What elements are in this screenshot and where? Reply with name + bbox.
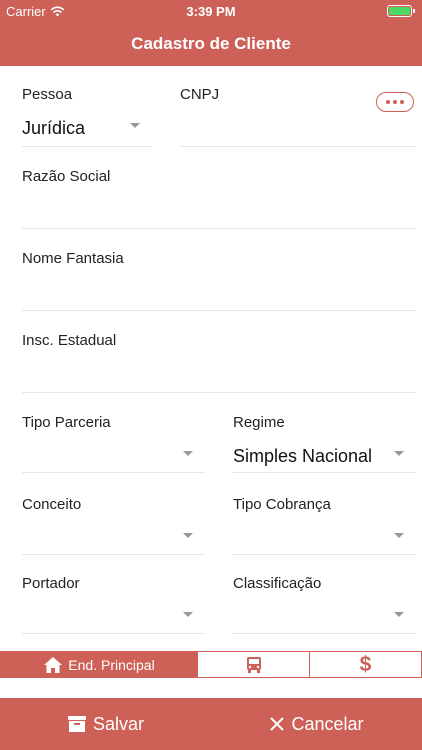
cancel-button[interactable]: Cancelar <box>211 698 422 750</box>
portador-label: Portador <box>22 575 80 592</box>
close-icon <box>270 717 285 731</box>
chevron-down-icon <box>394 612 404 617</box>
nome-fantasia-field[interactable]: Nome Fantasia <box>22 250 416 312</box>
save-button[interactable]: Salvar <box>0 698 211 750</box>
regime-underline <box>233 472 416 473</box>
chevron-down-icon <box>394 451 404 456</box>
pessoa-value: Jurídica <box>22 118 86 138</box>
razao-social-label: Razão Social <box>22 168 111 185</box>
dollar-icon: $ <box>359 652 372 676</box>
chevron-down-icon <box>183 451 193 456</box>
save-label: Salvar <box>92 713 145 734</box>
archive-icon <box>67 716 86 732</box>
chevron-down-icon <box>394 533 404 538</box>
classificacao-underline <box>233 633 416 634</box>
tipo-parceria-select[interactable]: Tipo Parceria <box>22 414 205 474</box>
page-title: Cadastro de Cliente <box>131 34 291 53</box>
nome-fantasia-underline <box>22 310 416 311</box>
status-bar: Carrier 3:39 PM <box>0 0 422 22</box>
tipo-cobranca-select[interactable]: Tipo Cobrança <box>233 496 416 556</box>
conceito-label: Conceito <box>22 496 82 513</box>
pessoa-label: Pessoa <box>22 86 73 103</box>
navigation-bar: Cadastro de Cliente <box>0 22 422 66</box>
tab-end-principal[interactable]: End. Principal <box>1 652 198 677</box>
tab-transporte[interactable] <box>198 652 310 677</box>
classificacao-label: Classificação <box>233 575 322 592</box>
cnpj-underline <box>180 146 416 147</box>
home-icon <box>44 656 63 673</box>
conceito-underline <box>22 554 205 555</box>
customer-form: Pessoa Jurídica CNPJ Razão Social Nome F… <box>0 66 422 698</box>
section-tabs: End. Principal $ <box>0 651 422 678</box>
portador-select[interactable]: Portador <box>22 575 205 635</box>
classificacao-select[interactable]: Classificação <box>233 575 416 635</box>
insc-estadual-label: Insc. Estadual <box>22 332 117 349</box>
conceito-select[interactable]: Conceito <box>22 496 205 556</box>
chevron-down-icon <box>183 533 193 538</box>
more-dots-icon <box>386 100 390 104</box>
pessoa-underline <box>22 146 152 147</box>
insc-estadual-field[interactable]: Insc. Estadual <box>22 332 416 394</box>
razao-social-field[interactable]: Razão Social <box>22 168 416 230</box>
footer-actions: Salvar Cancelar <box>0 698 422 750</box>
nome-fantasia-label: Nome Fantasia <box>22 250 124 267</box>
pessoa-select[interactable]: Pessoa Jurídica <box>22 86 152 148</box>
razao-social-underline <box>22 228 416 229</box>
tab-end-principal-label: End. Principal <box>68 656 155 673</box>
regime-value: Simples Nacional <box>233 446 373 466</box>
insc-estadual-underline <box>22 392 416 393</box>
clock: 3:39 PM <box>186 4 236 19</box>
tipo-cobranca-underline <box>233 554 416 555</box>
cancel-label: Cancelar <box>291 713 364 734</box>
tipo-cobranca-label: Tipo Cobrança <box>233 496 331 513</box>
battery-icon <box>387 5 415 17</box>
bus-icon <box>246 656 261 673</box>
regime-label: Regime <box>233 414 285 431</box>
chevron-down-icon <box>130 123 140 128</box>
chevron-down-icon <box>183 612 193 617</box>
tab-financeiro[interactable]: $ <box>310 652 421 677</box>
regime-select[interactable]: Regime Simples Nacional <box>233 414 416 474</box>
tipo-parceria-label: Tipo Parceria <box>22 414 111 431</box>
portador-underline <box>22 633 205 634</box>
more-options-button[interactable] <box>376 92 414 112</box>
tipo-parceria-underline <box>22 472 205 473</box>
cnpj-label: CNPJ <box>180 86 220 103</box>
